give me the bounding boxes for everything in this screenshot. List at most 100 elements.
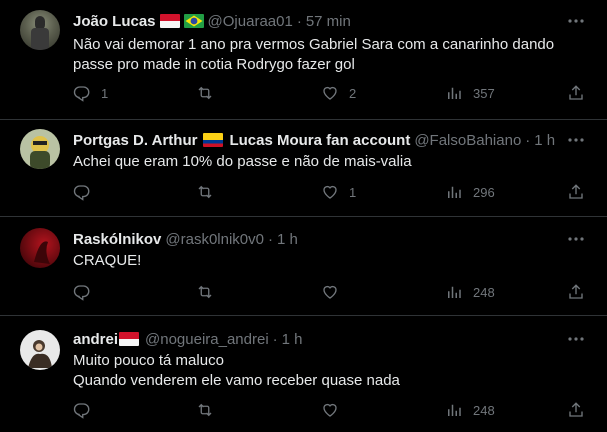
views-button[interactable]: 296 bbox=[445, 183, 495, 201]
views-count: 357 bbox=[473, 85, 495, 101]
author-name[interactable]: Raskólnikov bbox=[73, 231, 161, 248]
retweet-button[interactable] bbox=[196, 84, 224, 102]
tweet-header: Portgas D. Arthur Lucas Moura fan accoun… bbox=[73, 129, 567, 151]
retweet-button[interactable] bbox=[196, 183, 224, 201]
tweet-header: João Lucas @Ojuaraa01 · 57 min bbox=[73, 10, 567, 32]
avatar[interactable] bbox=[20, 10, 60, 50]
like-button[interactable]: 1 bbox=[321, 183, 356, 201]
tweet[interactable]: Raskólnikov @rask0lnik0v0 · 1 h CRAQUE! … bbox=[0, 217, 607, 316]
timestamp[interactable]: 1 h bbox=[277, 231, 298, 248]
avatar-image bbox=[30, 136, 50, 169]
tweet-text-line: Achei que eram 10% do passe e não de mai… bbox=[73, 153, 412, 170]
views-icon bbox=[448, 286, 461, 298]
views-count: 248 bbox=[473, 284, 495, 300]
tweet-text-line: passe pro made in cotia Rodrygo fazer go… bbox=[73, 56, 355, 73]
avatar-image bbox=[31, 16, 49, 50]
like-button[interactable] bbox=[321, 283, 349, 301]
reply-button[interactable] bbox=[73, 183, 101, 201]
retweet-icon bbox=[198, 285, 212, 299]
share-button[interactable] bbox=[567, 84, 585, 102]
reply-button[interactable] bbox=[73, 401, 101, 419]
tweet-text-line: Muito pouco tá maluco bbox=[73, 352, 224, 369]
more-icon[interactable] bbox=[567, 12, 585, 30]
reply-button[interactable]: 1 bbox=[73, 84, 108, 102]
tweet-text: Muito pouco tá maluco Quando venderem el… bbox=[73, 351, 577, 391]
timestamp[interactable]: 1 h bbox=[282, 331, 303, 348]
share-icon bbox=[569, 184, 583, 199]
retweet-icon bbox=[198, 185, 212, 199]
timestamp[interactable]: 1 h bbox=[534, 132, 555, 149]
retweet-button[interactable] bbox=[196, 401, 224, 419]
avatar-image bbox=[34, 241, 50, 264]
share-button[interactable] bbox=[567, 401, 585, 419]
tweet-actions: 1 296 bbox=[73, 183, 587, 205]
tweet-text-line: Quando venderem ele vamo receber quase n… bbox=[73, 372, 400, 389]
author-handle[interactable]: @FalsoBahiano bbox=[414, 132, 521, 149]
like-button[interactable]: 2 bbox=[321, 84, 356, 102]
tweet-text-line: CRAQUE! bbox=[73, 252, 142, 269]
tweet[interactable]: Portgas D. Arthur Lucas Moura fan accoun… bbox=[0, 120, 607, 217]
retweet-icon bbox=[198, 403, 212, 417]
like-icon bbox=[323, 86, 337, 100]
author-handle[interactable]: @rask0lnik0v0 bbox=[165, 231, 264, 248]
tweet-text: Não vai demorar 1 ano pra vermos Gabriel… bbox=[73, 35, 577, 75]
red-white-flag bbox=[119, 332, 140, 346]
like-button[interactable] bbox=[321, 401, 349, 419]
tweet-actions: 248 bbox=[73, 401, 587, 423]
author-name[interactable]: Portgas D. Arthur bbox=[73, 132, 197, 149]
tweet-text: CRAQUE! bbox=[73, 251, 577, 271]
reply-count: 1 bbox=[101, 85, 109, 101]
like-icon bbox=[323, 185, 337, 199]
share-icon bbox=[569, 284, 583, 299]
share-button[interactable] bbox=[567, 283, 585, 301]
tweet-text: Achei que eram 10% do passe e não de mai… bbox=[73, 152, 577, 172]
colombia-flag bbox=[203, 133, 224, 147]
reply-icon bbox=[73, 86, 90, 102]
share-icon bbox=[569, 402, 583, 417]
views-icon bbox=[448, 404, 461, 416]
separator-dot: · bbox=[525, 131, 531, 149]
views-button[interactable]: 248 bbox=[445, 283, 495, 301]
author-name-suffix[interactable]: Lucas Moura fan account bbox=[229, 132, 410, 149]
avatar[interactable] bbox=[20, 129, 60, 169]
share-button[interactable] bbox=[567, 183, 585, 201]
reply-button[interactable] bbox=[73, 283, 101, 301]
like-count: 1 bbox=[349, 184, 357, 200]
separator-dot: · bbox=[296, 12, 302, 30]
more-icon[interactable] bbox=[567, 230, 585, 248]
avatar[interactable] bbox=[20, 228, 60, 268]
more-icon[interactable] bbox=[567, 330, 585, 348]
views-count: 296 bbox=[473, 184, 495, 200]
views-icon bbox=[448, 87, 461, 99]
red-white-flag bbox=[159, 14, 180, 28]
tweet[interactable]: andrei @nogueira_andrei · 1 h Muito pouc… bbox=[0, 316, 607, 432]
author-handle[interactable]: @nogueira_andrei bbox=[145, 331, 269, 348]
tweet-header: Raskólnikov @rask0lnik0v0 · 1 h bbox=[73, 228, 567, 250]
retweet-icon bbox=[198, 86, 212, 100]
separator-dot: · bbox=[267, 230, 273, 248]
like-icon bbox=[323, 403, 337, 417]
tweet-header: andrei @nogueira_andrei · 1 h bbox=[73, 328, 567, 350]
tweet-text-line: Não vai demorar 1 ano pra vermos Gabriel… bbox=[73, 36, 555, 53]
reply-icon bbox=[73, 403, 90, 419]
tweet-actions: 248 bbox=[73, 283, 587, 305]
views-button[interactable]: 357 bbox=[445, 84, 495, 102]
author-handle[interactable]: @Ojuaraa01 bbox=[208, 13, 293, 30]
tweet[interactable]: João Lucas @Ojuaraa01 · 57 min Não vai d… bbox=[0, 0, 607, 120]
more-icon[interactable] bbox=[567, 131, 585, 149]
tweet-actions: 1 2 357 bbox=[73, 84, 587, 106]
views-icon bbox=[448, 186, 461, 198]
views-button[interactable]: 248 bbox=[445, 401, 495, 419]
retweet-button[interactable] bbox=[196, 283, 224, 301]
share-icon bbox=[569, 85, 583, 100]
author-name[interactable]: João Lucas bbox=[73, 13, 156, 30]
avatar[interactable] bbox=[20, 330, 60, 370]
brazil-flag bbox=[183, 14, 204, 28]
avatar-image bbox=[28, 340, 52, 368]
reply-icon bbox=[73, 185, 90, 201]
reply-icon bbox=[73, 285, 90, 301]
separator-dot: · bbox=[272, 330, 278, 348]
timestamp[interactable]: 57 min bbox=[306, 13, 351, 30]
author-name[interactable]: andrei bbox=[73, 331, 118, 348]
views-count: 248 bbox=[473, 402, 495, 418]
